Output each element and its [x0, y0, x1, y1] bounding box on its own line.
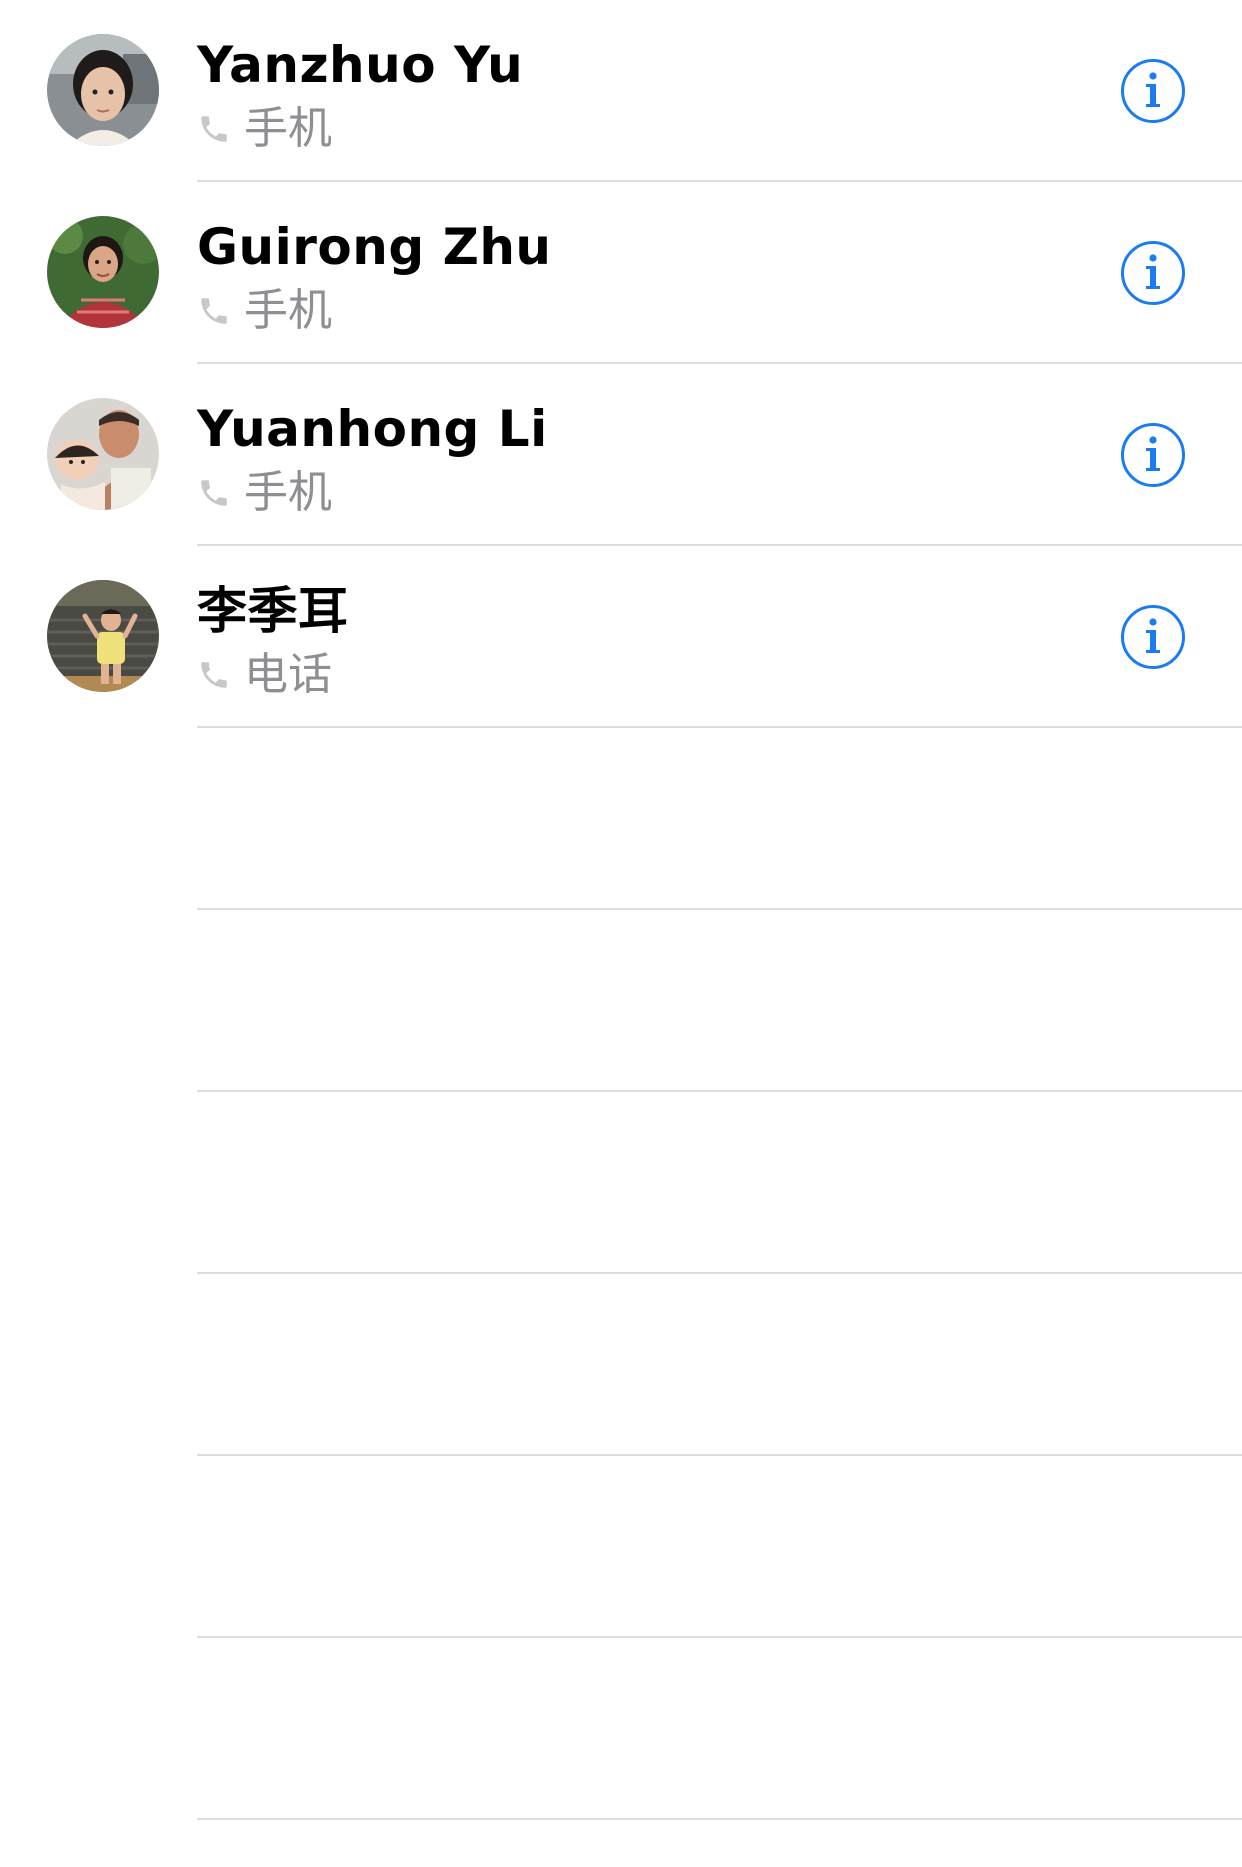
contact-name: Yanzhuo Yu — [197, 36, 524, 94]
empty-row — [0, 910, 1242, 1092]
empty-row — [0, 1638, 1242, 1820]
empty-row — [0, 728, 1242, 910]
contact-name: Yuanhong Li — [197, 400, 548, 458]
empty-row — [0, 1456, 1242, 1638]
phone-label: 手机 — [244, 467, 332, 518]
info-icon — [1121, 423, 1185, 487]
info-button[interactable] — [1120, 240, 1186, 306]
contact-name: 李季耳 — [197, 582, 349, 640]
contact-name: Guirong Zhu — [197, 218, 552, 276]
contacts-list: Yanzhuo Yu 手机 Guirong Zhu 手机 Yuanhong Li… — [0, 0, 1242, 1820]
contact-row[interactable]: Yanzhuo Yu 手机 — [0, 0, 1242, 182]
contact-row[interactable]: 李季耳 电话 — [0, 546, 1242, 728]
avatar — [47, 580, 159, 692]
phone-icon — [197, 476, 231, 510]
contact-row[interactable]: Yuanhong Li 手机 — [0, 364, 1242, 546]
phone-label: 电话 — [244, 649, 332, 700]
contact-detail: 手机 — [197, 286, 332, 336]
phone-icon — [197, 112, 231, 146]
info-icon — [1121, 605, 1185, 669]
contact-detail: 电话 — [197, 650, 332, 700]
empty-row — [0, 1092, 1242, 1274]
avatar — [47, 34, 159, 146]
info-icon — [1121, 59, 1185, 123]
phone-label: 手机 — [244, 103, 332, 154]
contact-detail: 手机 — [197, 104, 332, 154]
contact-row[interactable]: Guirong Zhu 手机 — [0, 182, 1242, 364]
phone-icon — [197, 658, 231, 692]
info-icon — [1121, 241, 1185, 305]
phone-icon — [197, 294, 231, 328]
info-button[interactable] — [1120, 58, 1186, 124]
avatar — [47, 216, 159, 328]
contact-detail: 手机 — [197, 468, 332, 518]
phone-label: 手机 — [244, 285, 332, 336]
info-button[interactable] — [1120, 422, 1186, 488]
row-separator — [197, 1818, 1242, 1820]
avatar — [47, 398, 159, 510]
empty-row — [0, 1274, 1242, 1456]
info-button[interactable] — [1120, 604, 1186, 670]
